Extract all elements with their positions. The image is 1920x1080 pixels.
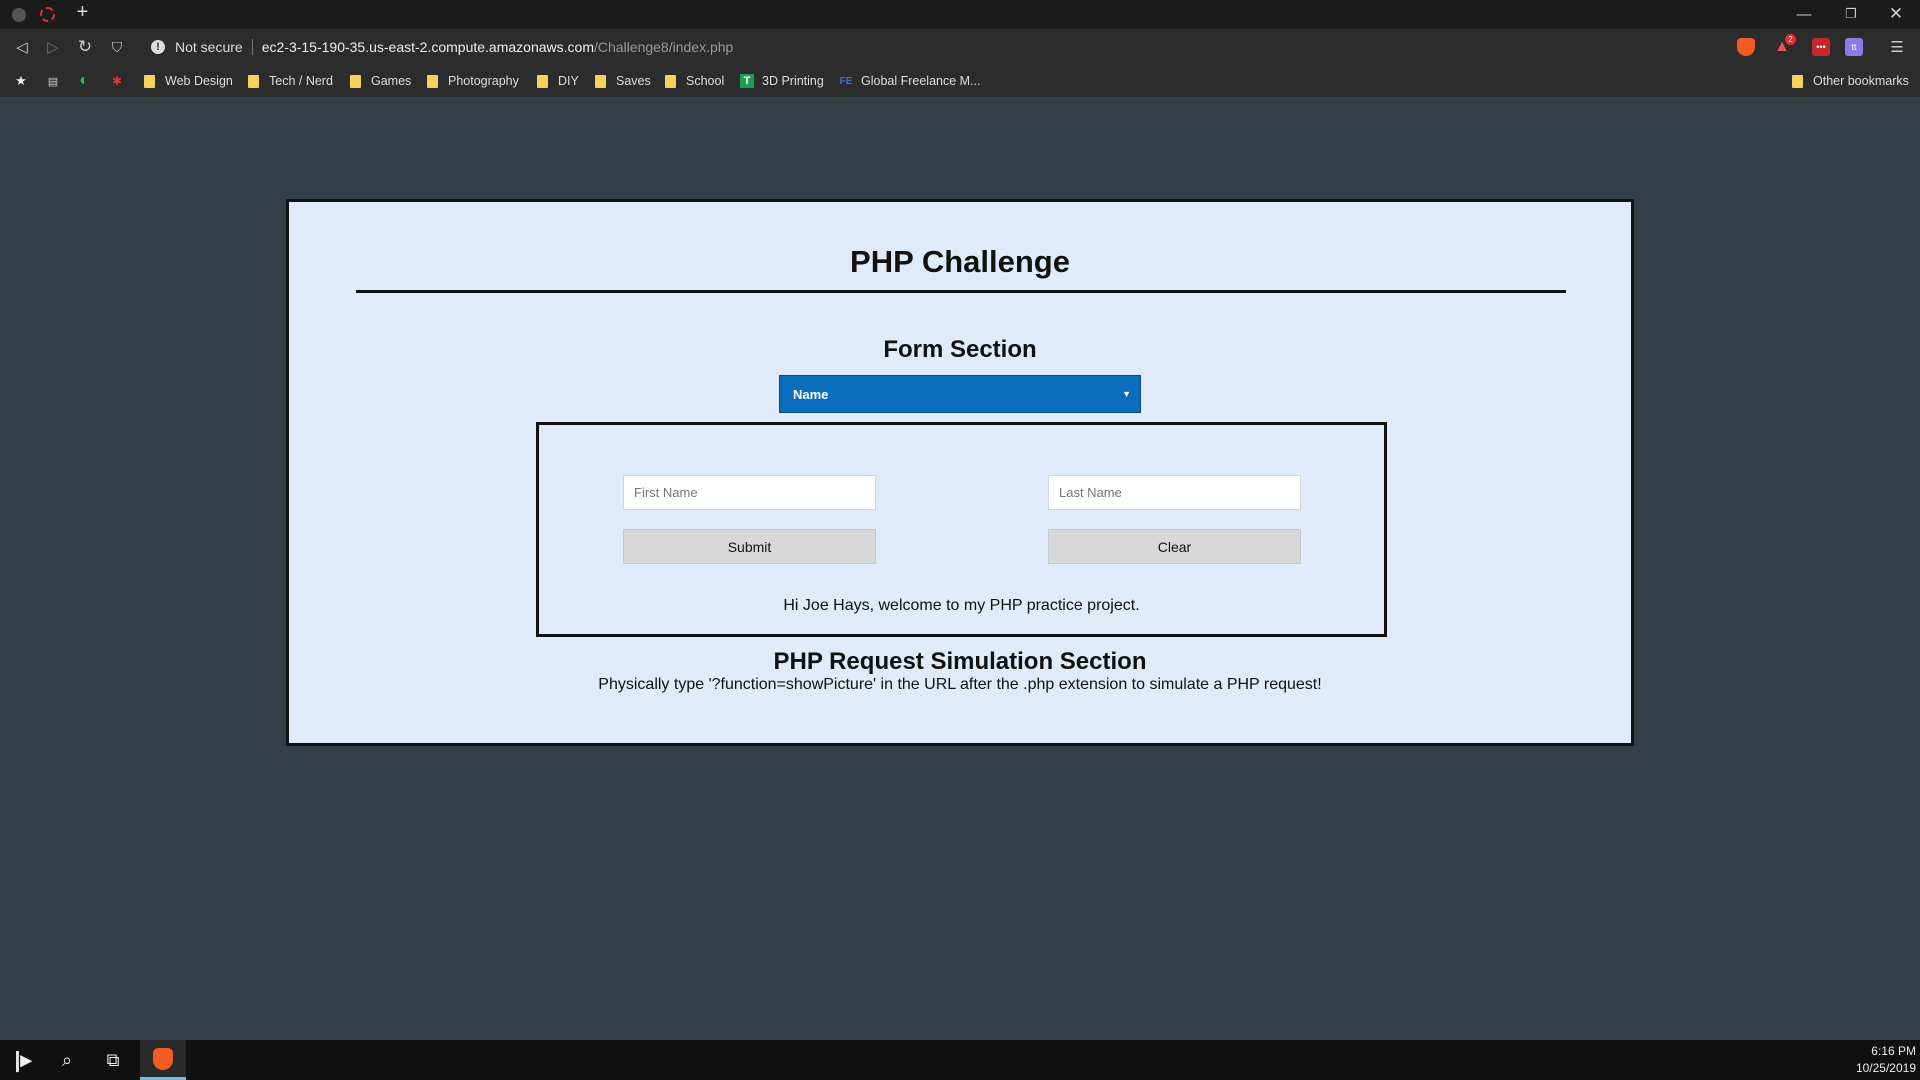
select-value: Name [793,386,829,402]
chevron-down-icon: ▼ [1122,389,1131,399]
other-bookmarks[interactable]: Other bookmarks [1792,73,1909,89]
loading-tab-icon[interactable] [38,5,57,24]
bookmark-3d-printing[interactable]: T 3D Printing [740,73,824,89]
clock-time: 6:16 PM [1871,1044,1916,1058]
close-window-icon[interactable]: ✕ [1885,3,1907,25]
rewards-badge: 2 [1785,34,1796,45]
name-form: Submit Clear Hi Joe Hays, welcome to my … [536,422,1387,637]
twitch-extension-icon[interactable]: tt [1845,38,1863,56]
3d-printing-icon: T [740,74,754,88]
folder-icon [144,74,155,88]
folder-icon [350,74,361,88]
task-view-icon[interactable]: ⧉ [90,1040,136,1080]
challenge-card: PHP Challenge Form Section Name ▼ Submit… [286,199,1634,746]
brave-rewards-icon[interactable]: ▲ 2 [1773,34,1796,56]
browser-toolbar: ◁ ▷ ↻ ⛉ ! Not secure ec2-3-15-190-35.us-… [0,29,1920,65]
browser-menu-icon[interactable]: ☰ [1888,38,1906,56]
url-host[interactable]: ec2-3-15-190-35.us-east-2.compute.amazon… [262,39,594,55]
security-label[interactable]: Not secure [175,39,243,55]
bookmark-web-design[interactable]: Web Design [144,73,233,89]
bookmark-photography[interactable]: Photography [427,73,519,89]
folder-icon [665,74,676,88]
first-name-input[interactable] [623,475,876,510]
brave-shields-icon[interactable] [1737,38,1755,56]
bookmark-app-icon[interactable]: ▤ [46,73,68,89]
info-icon[interactable]: ! [151,40,165,54]
url-path[interactable]: /Challenge8/index.php [594,39,733,55]
bookmark-games[interactable]: Games [350,73,411,89]
brave-browser-taskbar-icon[interactable] [140,1040,186,1080]
form-section-heading: Form Section [883,336,1037,363]
lastpass-extension-icon[interactable]: ••• [1812,38,1830,56]
tab-strip: + — ❐ ✕ [0,0,1920,29]
form-type-select[interactable]: Name ▼ [779,375,1141,413]
last-name-input[interactable] [1048,475,1301,510]
folder-icon [248,74,259,88]
bookmark-school[interactable]: School [665,73,724,89]
bookmark-saves[interactable]: Saves [595,73,651,89]
submit-button[interactable]: Submit [623,529,876,564]
folder-icon [427,74,438,88]
bookmark-tech-nerd[interactable]: Tech / Nerd [248,73,333,89]
folder-icon [537,74,548,88]
new-tab-icon[interactable]: + [73,1,92,23]
tab-favicon-icon[interactable] [9,5,28,24]
restore-icon[interactable]: ❐ [1840,3,1862,25]
folder-icon [1792,74,1803,88]
forward-icon[interactable]: ▷ [43,37,63,57]
bookmark-diy[interactable]: DIY [537,73,579,89]
bookmark-global-freelance[interactable]: FE Global Freelance M... [839,73,981,89]
title-divider [356,290,1566,293]
minimize-icon[interactable]: — [1793,3,1815,25]
bookmarks-bar: ★ ▤ ◐ ✱ Web Design Tech / Nerd Games Pho… [0,65,1920,97]
bookmark-green-icon[interactable]: ◐ [77,72,99,89]
simulation-section-heading: PHP Request Simulation Section [773,648,1147,675]
address-separator [251,39,253,55]
clock-date: 10/25/2019 [1855,1061,1916,1075]
clear-button[interactable]: Clear [1048,529,1301,564]
global-freelance-icon: FE [839,75,853,87]
taskbar: |▸ ⌕ ⧉ 6:16 PM 10/25/2019 [0,1040,1920,1080]
system-clock[interactable]: 6:16 PM 10/25/2019 [1856,1043,1916,1077]
back-icon[interactable]: ◁ [12,37,32,57]
bookmark-page-icon[interactable]: ⛉ [107,37,127,57]
start-menu-icon[interactable]: |▸ [0,1040,46,1080]
address-bar[interactable]: ! Not secure ec2-3-15-190-35.us-east-2.c… [143,33,1735,61]
page-title: PHP Challenge [850,244,1070,279]
simulation-instructions: Physically type '?function=showPicture' … [598,676,1322,693]
folder-icon [595,74,606,88]
search-icon[interactable]: ⌕ [44,1040,90,1080]
reload-icon[interactable]: ↻ [75,37,95,57]
bookmark-red-icon[interactable]: ✱ [110,73,132,89]
star-bookmark-icon[interactable]: ★ [14,73,36,89]
welcome-message: Hi Joe Hays, welcome to my PHP practice … [783,597,1140,614]
